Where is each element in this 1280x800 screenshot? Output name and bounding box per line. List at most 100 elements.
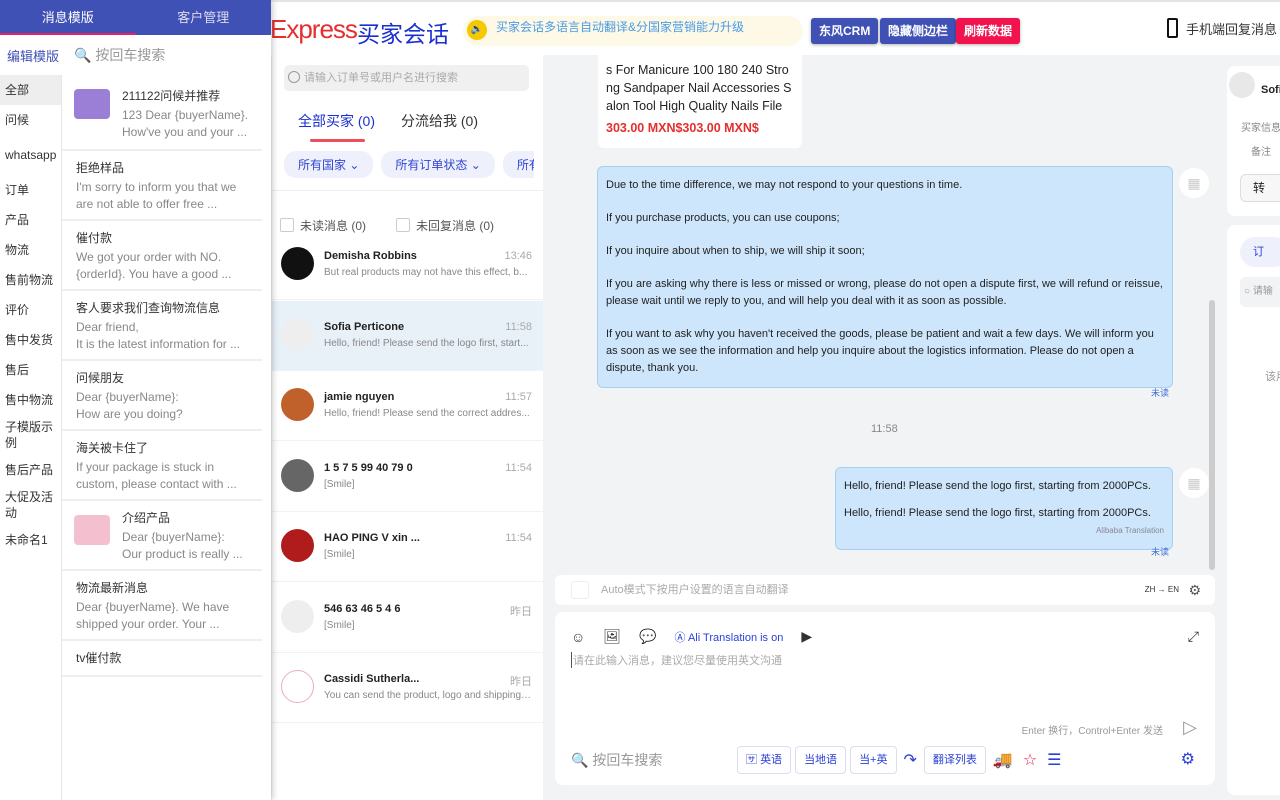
image-icon[interactable]: 🖼 — [603, 628, 621, 645]
store-avatar-icon: ▦ — [1179, 468, 1209, 498]
category-item[interactable]: 售中发货 — [0, 325, 61, 355]
template-item[interactable]: 问候朋友 Dear {buyerName}: How are you doing? — [62, 361, 262, 431]
conversation-time: 昨日 — [510, 676, 532, 688]
conversation-time: 11:58 — [505, 320, 532, 333]
ali-translation-toggle[interactable]: Ⓐ Ali Translation is on — [675, 629, 784, 645]
translation-source: Alibaba Translation — [1095, 526, 1164, 535]
settings-icon[interactable]: ⚙ — [1181, 749, 1195, 769]
star-icon[interactable]: ☆ — [1023, 750, 1037, 770]
chat-scrollbar[interactable] — [1209, 300, 1215, 570]
conversation-item[interactable]: Sofia Perticone 11:58 Hello, friend! Pleas… — [272, 300, 543, 371]
conversation-preview: Hello, friend! Please send the correct a… — [324, 408, 530, 419]
conversation-item[interactable]: Demisha Robbins 13:46 But real products ma… — [272, 230, 543, 300]
play-icon[interactable]: ▶ — [801, 628, 812, 645]
avatar — [281, 317, 314, 351]
template-search-input[interactable]: 🔍 按回车搜索 — [571, 750, 662, 770]
refresh-button[interactable]: 刷新数据 — [956, 18, 1021, 44]
tab-customer-management[interactable]: 客户管理 — [136, 0, 272, 35]
edit-templates-button[interactable]: 编辑模版 — [7, 46, 59, 65]
template-title: 211122问候并推荐 — [122, 89, 221, 103]
message-timestamp: 11:58 — [871, 423, 898, 435]
tab-assigned-to-me[interactable]: 分流给我 (0) — [401, 111, 478, 131]
truck-icon[interactable]: 🚚 — [993, 750, 1013, 770]
tab-message-templates[interactable]: 消息模版 — [0, 0, 136, 35]
conversation-item[interactable]: jamie nguyen 11:57 Hello, friend! Please s… — [272, 371, 543, 441]
category-item[interactable]: 问候 — [0, 105, 61, 135]
conversation-preview: You can send the product, logo and shipp… — [324, 690, 532, 701]
transfer-button[interactable]: 转 — [1240, 174, 1280, 202]
conversation-item[interactable]: Cassidi Sutherla... 昨日 You can send the pr… — [272, 653, 543, 723]
tab-all-buyers[interactable]: 全部买家 (0) — [298, 111, 375, 142]
category-item[interactable]: 未命名1 — [0, 525, 61, 555]
conversation-item[interactable]: 1 5 7 5 99 40 79 0 11:54 [Smile] — [272, 442, 543, 512]
local-language-button[interactable]: 当地语 — [795, 746, 847, 774]
avatar — [281, 247, 314, 280]
category-item[interactable]: 产品 — [0, 205, 61, 235]
local-plus-english-button[interactable]: 当+英 — [850, 746, 897, 774]
redo-icon[interactable]: ↷ — [904, 750, 917, 770]
category-item[interactable]: 订单 — [0, 175, 61, 205]
template-title: 海关被卡住了 — [76, 441, 149, 455]
gear-icon[interactable]: ⚙ — [1188, 575, 1201, 605]
search-icon: 🔍 — [74, 47, 92, 63]
template-panel: 消息模版 客户管理 编辑模版 🔍 按回车搜索 全部 问候 whatsapp 订单 产品物… — [0, 0, 271, 800]
hide-sidebar-button[interactable]: 隐藏侧边栏 — [880, 18, 957, 44]
expand-icon[interactable]: ⤢ — [1188, 628, 1199, 645]
category-item[interactable]: 评价 — [0, 295, 61, 325]
message-bubble: Due to the time difference, we may not r… — [597, 166, 1173, 388]
conversation-search-input[interactable]: 请输入订单号或用户名进行搜索 — [284, 65, 529, 91]
language-pair[interactable]: ZH → EN — [1145, 575, 1179, 605]
notice-banner[interactable]: 🔈 买家会话多语言自动翻译&分国家营销能力升级 — [463, 16, 803, 46]
category-item[interactable]: 大促及活动 — [0, 485, 61, 525]
category-item[interactable]: 全部 — [0, 75, 61, 105]
template-preview: If your package is stuck in custom, plea… — [76, 460, 237, 491]
country-filter[interactable]: 所有国家 ⌄ — [284, 151, 374, 178]
message-input[interactable]: 请在此输入消息，建议您尽量使用英文沟通 — [571, 652, 782, 668]
order-tab[interactable]: 订 — [1240, 237, 1280, 267]
mobile-reply-button[interactable]: 手机端回复消息 — [1167, 18, 1277, 38]
category-item[interactable]: 售中物流 — [0, 385, 61, 415]
template-preview: I'm sorry to inform you that we are not … — [76, 180, 237, 211]
template-item[interactable]: tv催付款 — [62, 641, 262, 677]
category-item[interactable]: 物流 — [0, 235, 61, 265]
template-title: 物流最新消息 — [76, 581, 149, 595]
quick-reply-icon[interactable]: 💬 — [639, 628, 656, 645]
conversation-preview: [Smile] — [324, 619, 355, 631]
buyer-name: Cassidi Sutherla... — [324, 673, 420, 685]
list-icon[interactable]: ☰ — [1047, 750, 1061, 770]
avatar — [281, 458, 314, 492]
translation-list-button[interactable]: 翻译列表 — [923, 746, 986, 774]
send-icon[interactable]: ▷ — [1183, 717, 1197, 738]
template-title: 介绍产品 — [122, 511, 171, 525]
category-item[interactable]: 子模版示例 — [0, 415, 61, 455]
template-image — [74, 89, 110, 119]
crm-button[interactable]: 东风CRM — [811, 18, 879, 44]
order-search-input[interactable]: ○ 请输 — [1240, 277, 1280, 307]
emoji-icon[interactable]: ☺ — [571, 629, 585, 645]
conversation-item[interactable]: 546 63 46 5 4 6 昨日 [Smile] — [272, 583, 543, 653]
template-item[interactable]: 物流最新消息 Dear {buyerName}. We have shipped … — [62, 571, 262, 641]
buyer-name: Demisha Robbins — [324, 250, 417, 262]
conversation-time: 11:54 — [505, 461, 532, 474]
category-item[interactable]: 售前物流 — [0, 265, 61, 295]
product-card[interactable]: s For Manicure 100 180 240 Stro ng Sandp… — [598, 55, 802, 148]
english-button[interactable]: 🈂 英语 — [737, 746, 792, 774]
conversation-item[interactable]: HAO PING V xin ... 11:54 [Smile] — [272, 512, 543, 582]
order-status-filter[interactable]: 所有订单状态 ⌄ — [381, 151, 495, 178]
buyer-avatar — [1229, 72, 1255, 98]
template-item[interactable]: 介绍产品 Dear {buyerName}: Our product is rea… — [62, 501, 262, 571]
template-item[interactable]: 客人要求我们查询物流信息 Dear friend, It is the lates… — [62, 291, 262, 361]
template-item[interactable]: 拒绝样品 I'm sorry to inform you that we are … — [62, 151, 262, 221]
template-item[interactable]: 催付款 We got your order with NO. {orderId}.… — [62, 221, 262, 291]
category-item[interactable]: 售后 — [0, 355, 61, 385]
template-search[interactable]: 🔍 按回车搜索 — [74, 45, 165, 65]
conversation-preview: [Smile] — [324, 549, 355, 560]
mobile-reply-label: 手机端回复消息 — [1186, 21, 1278, 37]
category-item[interactable]: 售后产品 — [0, 455, 61, 485]
category-item[interactable]: whatsapp — [0, 135, 61, 175]
template-item[interactable]: 211122问候并推荐 123 Dear {buyerName}. How've … — [62, 75, 262, 151]
template-item[interactable]: 海关被卡住了 If your package is stuck in custom… — [62, 431, 262, 501]
template-title: 催付款 — [76, 231, 113, 245]
buyer-name: 546 63 46 5 4 6 — [324, 602, 401, 615]
star-filter[interactable]: 所有星 — [502, 151, 534, 178]
